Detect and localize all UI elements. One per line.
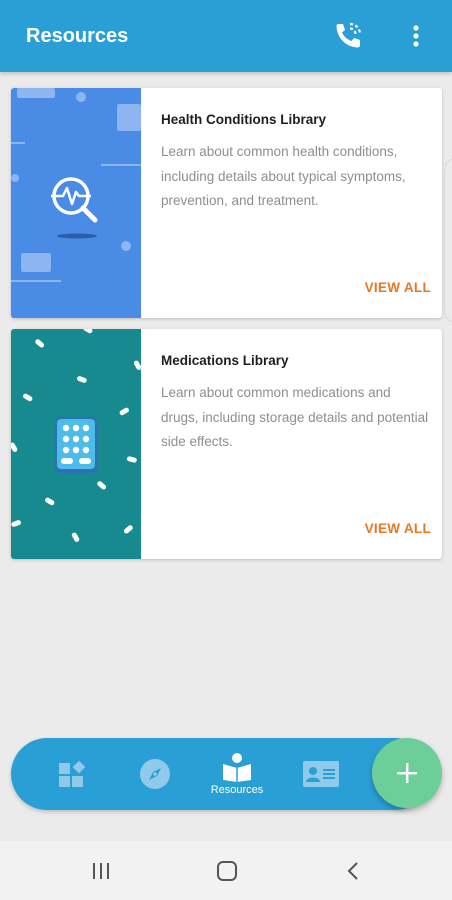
back-icon <box>347 861 358 880</box>
nav-item-id-card[interactable] <box>299 738 343 810</box>
page-title: Resources <box>26 24 129 47</box>
card-description: Learn about common medications and drugs… <box>161 385 429 449</box>
id-card-icon <box>303 761 339 787</box>
nav-item-resources[interactable]: Resources <box>201 738 273 810</box>
pill-pack-icon <box>55 417 97 473</box>
add-fab-button[interactable] <box>372 738 442 808</box>
system-navigation-bar <box>0 841 452 900</box>
recent-apps-icon <box>93 862 109 879</box>
resources-book-icon <box>223 753 251 782</box>
dashboard-icon <box>59 760 86 787</box>
more-vert-icon <box>413 25 419 47</box>
bottom-navigation: Resources <box>11 738 431 810</box>
nav-item-explore[interactable] <box>130 738 180 810</box>
medications-illustration <box>11 329 141 559</box>
card-title: Medications Library <box>161 353 289 368</box>
home-icon <box>217 860 237 881</box>
nav-label: Resources <box>210 784 264 796</box>
view-all-button[interactable]: VIEW ALL <box>365 521 431 536</box>
app-bar: Resources <box>0 0 452 72</box>
card-title: Health Conditions Library <box>161 112 327 127</box>
view-all-button[interactable]: VIEW ALL <box>365 280 431 295</box>
home-button[interactable] <box>197 841 257 900</box>
card-content: Medications Library Learn about common m… <box>161 329 431 559</box>
health-conditions-card[interactable]: Health Conditions Library Learn about co… <box>11 88 442 318</box>
card-description: Learn about common health conditions, in… <box>161 144 406 208</box>
phone-calling-icon <box>336 22 362 48</box>
medications-card[interactable]: Medications Library Learn about common m… <box>11 329 442 559</box>
plus-icon <box>397 763 417 783</box>
compass-icon <box>140 759 170 789</box>
edge-panel-handle[interactable] <box>444 158 452 323</box>
more-options-button[interactable] <box>400 18 432 54</box>
card-content: Health Conditions Library Learn about co… <box>161 88 431 318</box>
call-button[interactable] <box>330 18 366 54</box>
recent-apps-button[interactable] <box>71 841 131 900</box>
back-button[interactable] <box>323 841 383 900</box>
health-conditions-illustration <box>11 88 141 318</box>
nav-item-dashboard[interactable] <box>47 738 97 810</box>
